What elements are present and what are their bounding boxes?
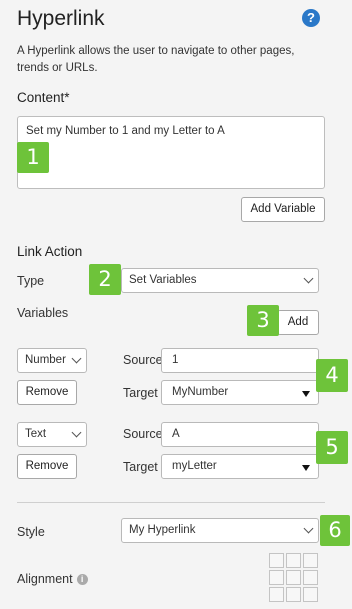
source-input[interactable]: A [161, 422, 319, 447]
alignment-label-text: Alignment [17, 572, 73, 586]
callout-badge-2: 2 [89, 264, 121, 295]
align-middle-left[interactable] [269, 570, 284, 585]
align-bottom-right[interactable] [303, 587, 318, 602]
callout-badge-3: 3 [247, 305, 279, 336]
add-button[interactable]: Add [277, 310, 319, 335]
chevron-down-icon [303, 523, 314, 534]
alignment-grid [269, 553, 319, 603]
variable-kind-select[interactable]: Text [17, 422, 87, 447]
dropdown-arrow-icon [302, 391, 310, 397]
align-bottom-left[interactable] [269, 587, 284, 602]
dropdown-arrow-icon [302, 465, 310, 471]
chevron-down-icon [303, 273, 314, 284]
source-label: Source [123, 353, 163, 367]
source-input[interactable]: 1 [161, 348, 319, 373]
target-value: myLetter [172, 460, 217, 472]
panel-title: Hyperlink [17, 7, 105, 30]
section-divider [17, 502, 325, 503]
link-action-label: Link Action [17, 244, 83, 259]
add-variable-button[interactable]: Add Variable [241, 197, 325, 222]
align-top-center[interactable] [286, 553, 301, 568]
style-select[interactable]: My Hyperlink [121, 518, 319, 543]
variable-kind-select[interactable]: Number [17, 348, 87, 373]
panel-description: A Hyperlink allows the user to navigate … [17, 45, 295, 74]
content-label: Content* [17, 90, 70, 105]
type-select-value: Set Variables [129, 274, 197, 286]
align-top-left[interactable] [269, 553, 284, 568]
callout-badge-1: 1 [17, 142, 49, 173]
style-select-value: My Hyperlink [129, 524, 196, 536]
chevron-down-icon [71, 427, 82, 438]
target-label: Target [123, 386, 158, 400]
source-value: A [172, 428, 180, 440]
source-value: 1 [172, 354, 179, 366]
callout-badge-4: 4 [316, 359, 348, 392]
content-textarea[interactable]: Set my Number to 1 and my Letter to A [17, 116, 325, 189]
source-label: Source [123, 427, 163, 441]
callout-badge-5: 5 [316, 431, 348, 464]
help-icon[interactable]: ? [302, 9, 320, 27]
target-value: MyNumber [172, 386, 229, 398]
variables-label: Variables [17, 306, 69, 320]
remove-button[interactable]: Remove [17, 454, 77, 479]
target-label: Target [123, 460, 158, 474]
target-select[interactable]: MyNumber [161, 380, 319, 405]
variable-kind-value: Text [25, 428, 47, 440]
target-select[interactable]: myLetter [161, 454, 319, 479]
align-middle-right[interactable] [303, 570, 318, 585]
type-label: Type [17, 274, 45, 288]
content-value: Set my Number to 1 and my Letter to A [26, 125, 225, 137]
align-middle-center[interactable] [286, 570, 301, 585]
variable-kind-value: Number [25, 354, 66, 366]
chevron-down-icon [71, 353, 82, 364]
type-select[interactable]: Set Variables [121, 268, 319, 293]
align-top-right[interactable] [303, 553, 318, 568]
info-icon[interactable]: i [76, 574, 88, 585]
remove-button[interactable]: Remove [17, 380, 77, 405]
style-label: Style [17, 525, 45, 539]
alignment-label: Alignment i [17, 572, 88, 586]
callout-badge-6: 6 [320, 515, 350, 546]
align-bottom-center[interactable] [286, 587, 301, 602]
